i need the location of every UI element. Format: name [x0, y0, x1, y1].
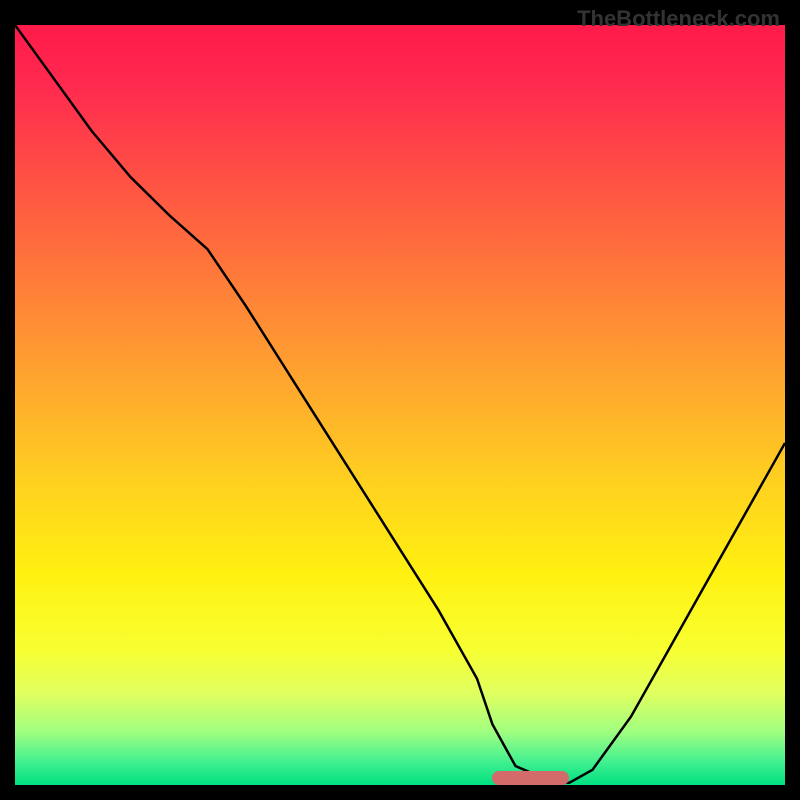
- watermark-text: TheBottleneck.com: [577, 6, 780, 32]
- plot-area: [15, 25, 785, 785]
- chart-container: TheBottleneck.com: [0, 0, 800, 800]
- bottleneck-curve: [15, 25, 785, 785]
- optimal-marker: [492, 771, 569, 785]
